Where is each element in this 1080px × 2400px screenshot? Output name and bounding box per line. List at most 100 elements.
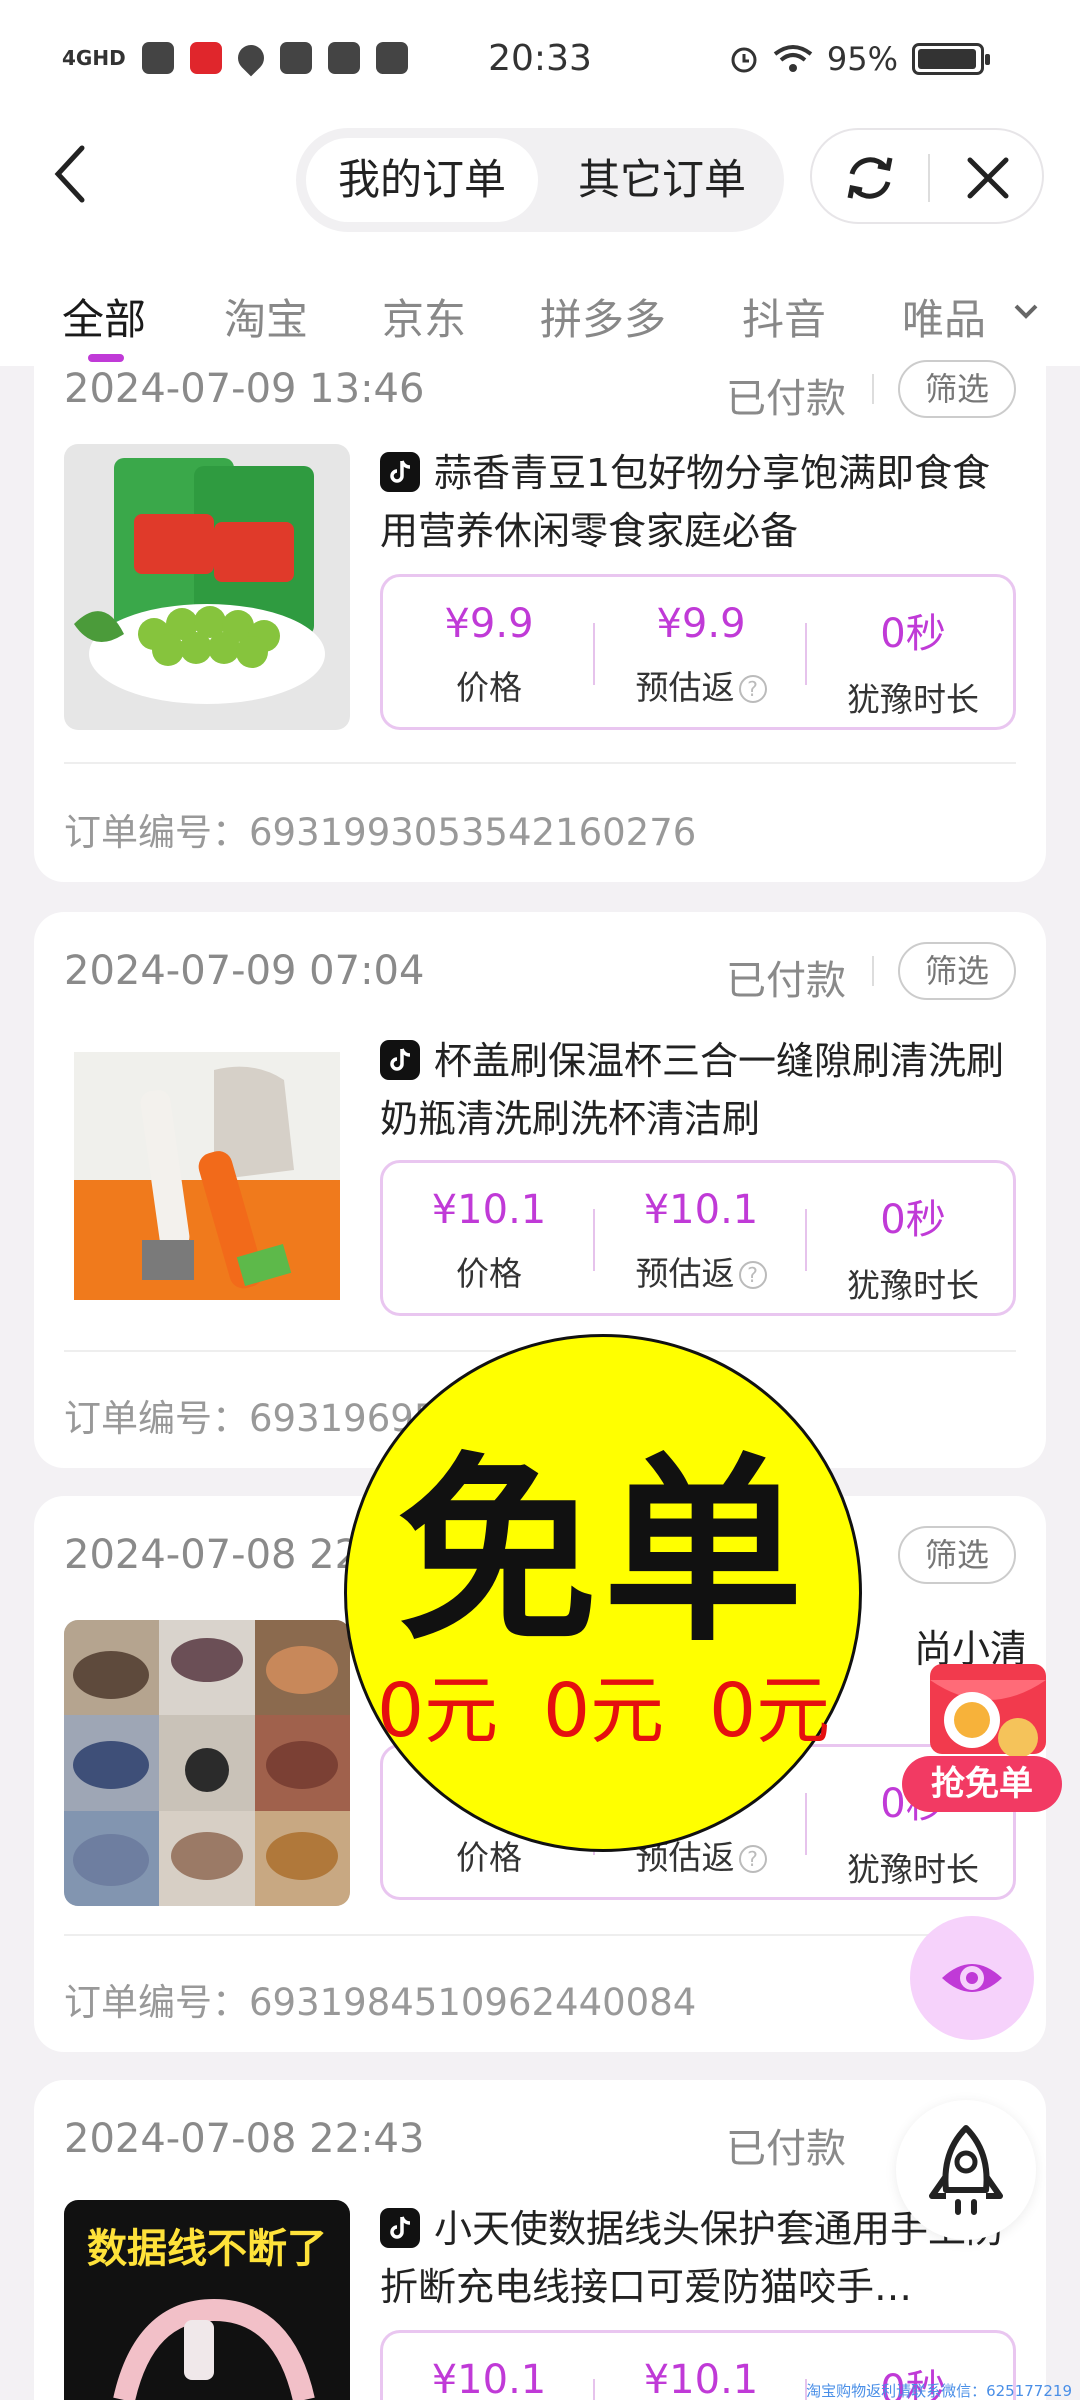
product-title-text: 蒜香青豆1包好物分享饱满即食食用营养休闲零食家庭必备 bbox=[380, 451, 991, 553]
order-datetime: 2024-07-09 07:04 bbox=[64, 948, 425, 994]
grab-free-order-button[interactable]: 抢免单 bbox=[902, 1650, 1062, 1820]
chevron-down-icon[interactable] bbox=[1006, 290, 1046, 330]
product-thumbnail[interactable] bbox=[64, 444, 350, 730]
refresh-icon[interactable] bbox=[840, 148, 900, 208]
order-status: 已付款 bbox=[726, 958, 846, 1004]
card-divider bbox=[64, 1934, 1016, 1936]
cooling-value: 0秒 bbox=[880, 611, 946, 657]
badge-zero: 0元 bbox=[543, 1668, 665, 1754]
rebate-value: ¥9.9 bbox=[656, 601, 746, 647]
order-segment-control: 我的订单 其它订单 bbox=[296, 128, 784, 232]
tab-jd[interactable]: 京东 bbox=[382, 286, 466, 347]
status-divider bbox=[872, 374, 874, 404]
order-number-prefix: 订单编号： bbox=[64, 811, 249, 854]
cooling-col: 0秒 犹豫时长 bbox=[807, 601, 1019, 721]
price-value: ¥10.1 bbox=[431, 2357, 547, 2400]
product-title[interactable]: 杯盖刷保温杯三合一缝隙刷清洗刷奶瓶清洗刷洗杯清洁刷 bbox=[380, 1032, 1020, 1148]
product-image-cable-protector bbox=[113, 2298, 315, 2400]
status-divider bbox=[872, 956, 874, 986]
cooling-label: 犹豫时长 bbox=[847, 1266, 979, 1305]
free-order-badge: 免单 0元 0元 0元 bbox=[344, 1334, 862, 1852]
eye-toggle-button[interactable] bbox=[910, 1916, 1034, 2040]
platform-tabs: 全部 淘宝 京东 拼多多 抖音 唯品 bbox=[0, 250, 1080, 366]
segment-my-orders[interactable]: 我的订单 bbox=[306, 138, 538, 222]
chevron-left-icon bbox=[54, 145, 85, 203]
price-value: ¥9.9 bbox=[444, 601, 534, 647]
watermark-text: 淘宝购物返利请联系微信：625177219 bbox=[806, 2382, 1072, 2400]
order-status: 已付款 bbox=[726, 376, 846, 422]
cooling-value: 0秒 bbox=[880, 1197, 946, 1243]
grab-free-order-label: 抢免单 bbox=[902, 1756, 1062, 1812]
douyin-icon bbox=[380, 452, 420, 492]
product-thumbnail[interactable]: 数据线不断了 bbox=[64, 2200, 350, 2400]
rebate-label-text: 预估返 bbox=[635, 1254, 735, 1293]
price-value: ¥10.1 bbox=[431, 1187, 547, 1233]
eye-icon bbox=[942, 1964, 1002, 1992]
product-image-green-peas bbox=[74, 458, 325, 704]
badge-zero: 0元 bbox=[709, 1668, 831, 1754]
product-thumbnail[interactable] bbox=[64, 1030, 350, 1316]
cooling-col: 0秒 犹豫时长 bbox=[807, 1187, 1019, 1307]
douyin-icon bbox=[380, 2208, 420, 2248]
segment-other-orders[interactable]: 其它订单 bbox=[546, 138, 778, 222]
order-number-value: 6931984510962440084 bbox=[249, 1981, 697, 2024]
status-right-icons: 95% bbox=[729, 40, 990, 78]
battery-fill bbox=[918, 49, 976, 69]
help-icon[interactable]: ? bbox=[738, 1261, 767, 1289]
filter-button[interactable]: 筛选 bbox=[898, 360, 1016, 418]
order-number: 订单编号：6931993053542160276 bbox=[64, 802, 696, 856]
back-button[interactable] bbox=[50, 142, 90, 217]
header-bar: 我的订单 其它订单 bbox=[0, 120, 1080, 250]
help-icon[interactable]: ? bbox=[738, 1845, 767, 1873]
product-image-crochet-hats bbox=[64, 1620, 350, 1906]
order-number-value: 6931993053542160276 bbox=[249, 811, 697, 854]
price-col: ¥10.1 价格 bbox=[383, 1187, 595, 1295]
mini-program-capsule bbox=[810, 128, 1044, 224]
rocket-icon bbox=[929, 2125, 1003, 2215]
price-col: ¥9.9 价格 bbox=[383, 601, 595, 709]
status-bar: 4GHD 20:33 95% bbox=[0, 0, 1080, 120]
rebate-value: ¥10.1 bbox=[643, 2357, 759, 2400]
tab-taobao[interactable]: 淘宝 bbox=[224, 286, 308, 347]
battery-percent: 95% bbox=[826, 40, 898, 78]
tab-all[interactable]: 全部 bbox=[62, 286, 146, 347]
rebate-col: ¥9.9 预估返? bbox=[595, 601, 807, 709]
card-divider bbox=[64, 762, 1016, 764]
price-col: ¥10.1 bbox=[383, 2357, 595, 2400]
alarm-icon bbox=[731, 47, 757, 73]
tab-douyin[interactable]: 抖音 bbox=[742, 286, 826, 347]
badge-zero: 0元 bbox=[377, 1668, 499, 1754]
tab-pinduoduo[interactable]: 拼多多 bbox=[540, 286, 666, 347]
close-icon[interactable] bbox=[958, 148, 1018, 208]
cooling-label: 犹豫时长 bbox=[847, 1850, 979, 1889]
wifi-icon bbox=[773, 45, 813, 72]
product-image-cup-brush bbox=[74, 1052, 340, 1300]
order-number-prefix: 订单编号： bbox=[64, 1397, 249, 1440]
filter-button[interactable]: 筛选 bbox=[898, 1526, 1016, 1584]
order-datetime: 2024-07-08 22 bbox=[64, 1532, 361, 1578]
price-label: 价格 bbox=[456, 1254, 522, 1293]
rebate-label: 预估返? bbox=[595, 661, 807, 709]
order-datetime: 2024-07-09 13:46 bbox=[64, 366, 425, 412]
order-card[interactable]: 2024-07-08 22:43 已付款 数据线不断了 小天使数据线头保护套通用… bbox=[34, 2080, 1046, 2400]
rebate-col: ¥10.1 预估返? bbox=[595, 1187, 807, 1295]
order-card[interactable]: 2024-07-09 13:46 已付款 筛选 蒜香青豆1包好物分享饱满即食食用… bbox=[34, 360, 1046, 882]
rebate-col: ¥10.1 bbox=[595, 2357, 807, 2400]
rebate-label-text: 预估返 bbox=[635, 668, 735, 707]
product-title-text: 杯盖刷保温杯三合一缝隙刷清洗刷奶瓶清洗刷洗杯清洁刷 bbox=[380, 1039, 1005, 1141]
product-thumbnail[interactable] bbox=[64, 1620, 350, 1906]
product-title[interactable]: 蒜香青豆1包好物分享饱满即食食用营养休闲零食家庭必备 bbox=[380, 444, 1020, 560]
help-icon[interactable]: ? bbox=[738, 675, 767, 703]
order-status: 已付款 bbox=[726, 2126, 846, 2172]
order-datetime: 2024-07-08 22:43 bbox=[64, 2116, 425, 2162]
price-box: ¥10.1 价格 ¥10.1 预估返? 0秒 犹豫时长 bbox=[380, 1160, 1016, 1316]
capsule-divider bbox=[928, 154, 930, 202]
cooling-label: 犹豫时长 bbox=[847, 680, 979, 719]
tab-vipshop[interactable]: 唯品 bbox=[902, 286, 986, 347]
back-to-top-button[interactable] bbox=[896, 2100, 1036, 2240]
price-box: ¥9.9 价格 ¥9.9 预估返? 0秒 犹豫时长 bbox=[380, 574, 1016, 730]
order-number-prefix: 订单编号： bbox=[64, 1981, 249, 2024]
order-number: 订单编号：6931984510962440084 bbox=[64, 1972, 696, 2026]
filter-button[interactable]: 筛选 bbox=[898, 942, 1016, 1000]
active-tab-indicator bbox=[88, 354, 124, 362]
